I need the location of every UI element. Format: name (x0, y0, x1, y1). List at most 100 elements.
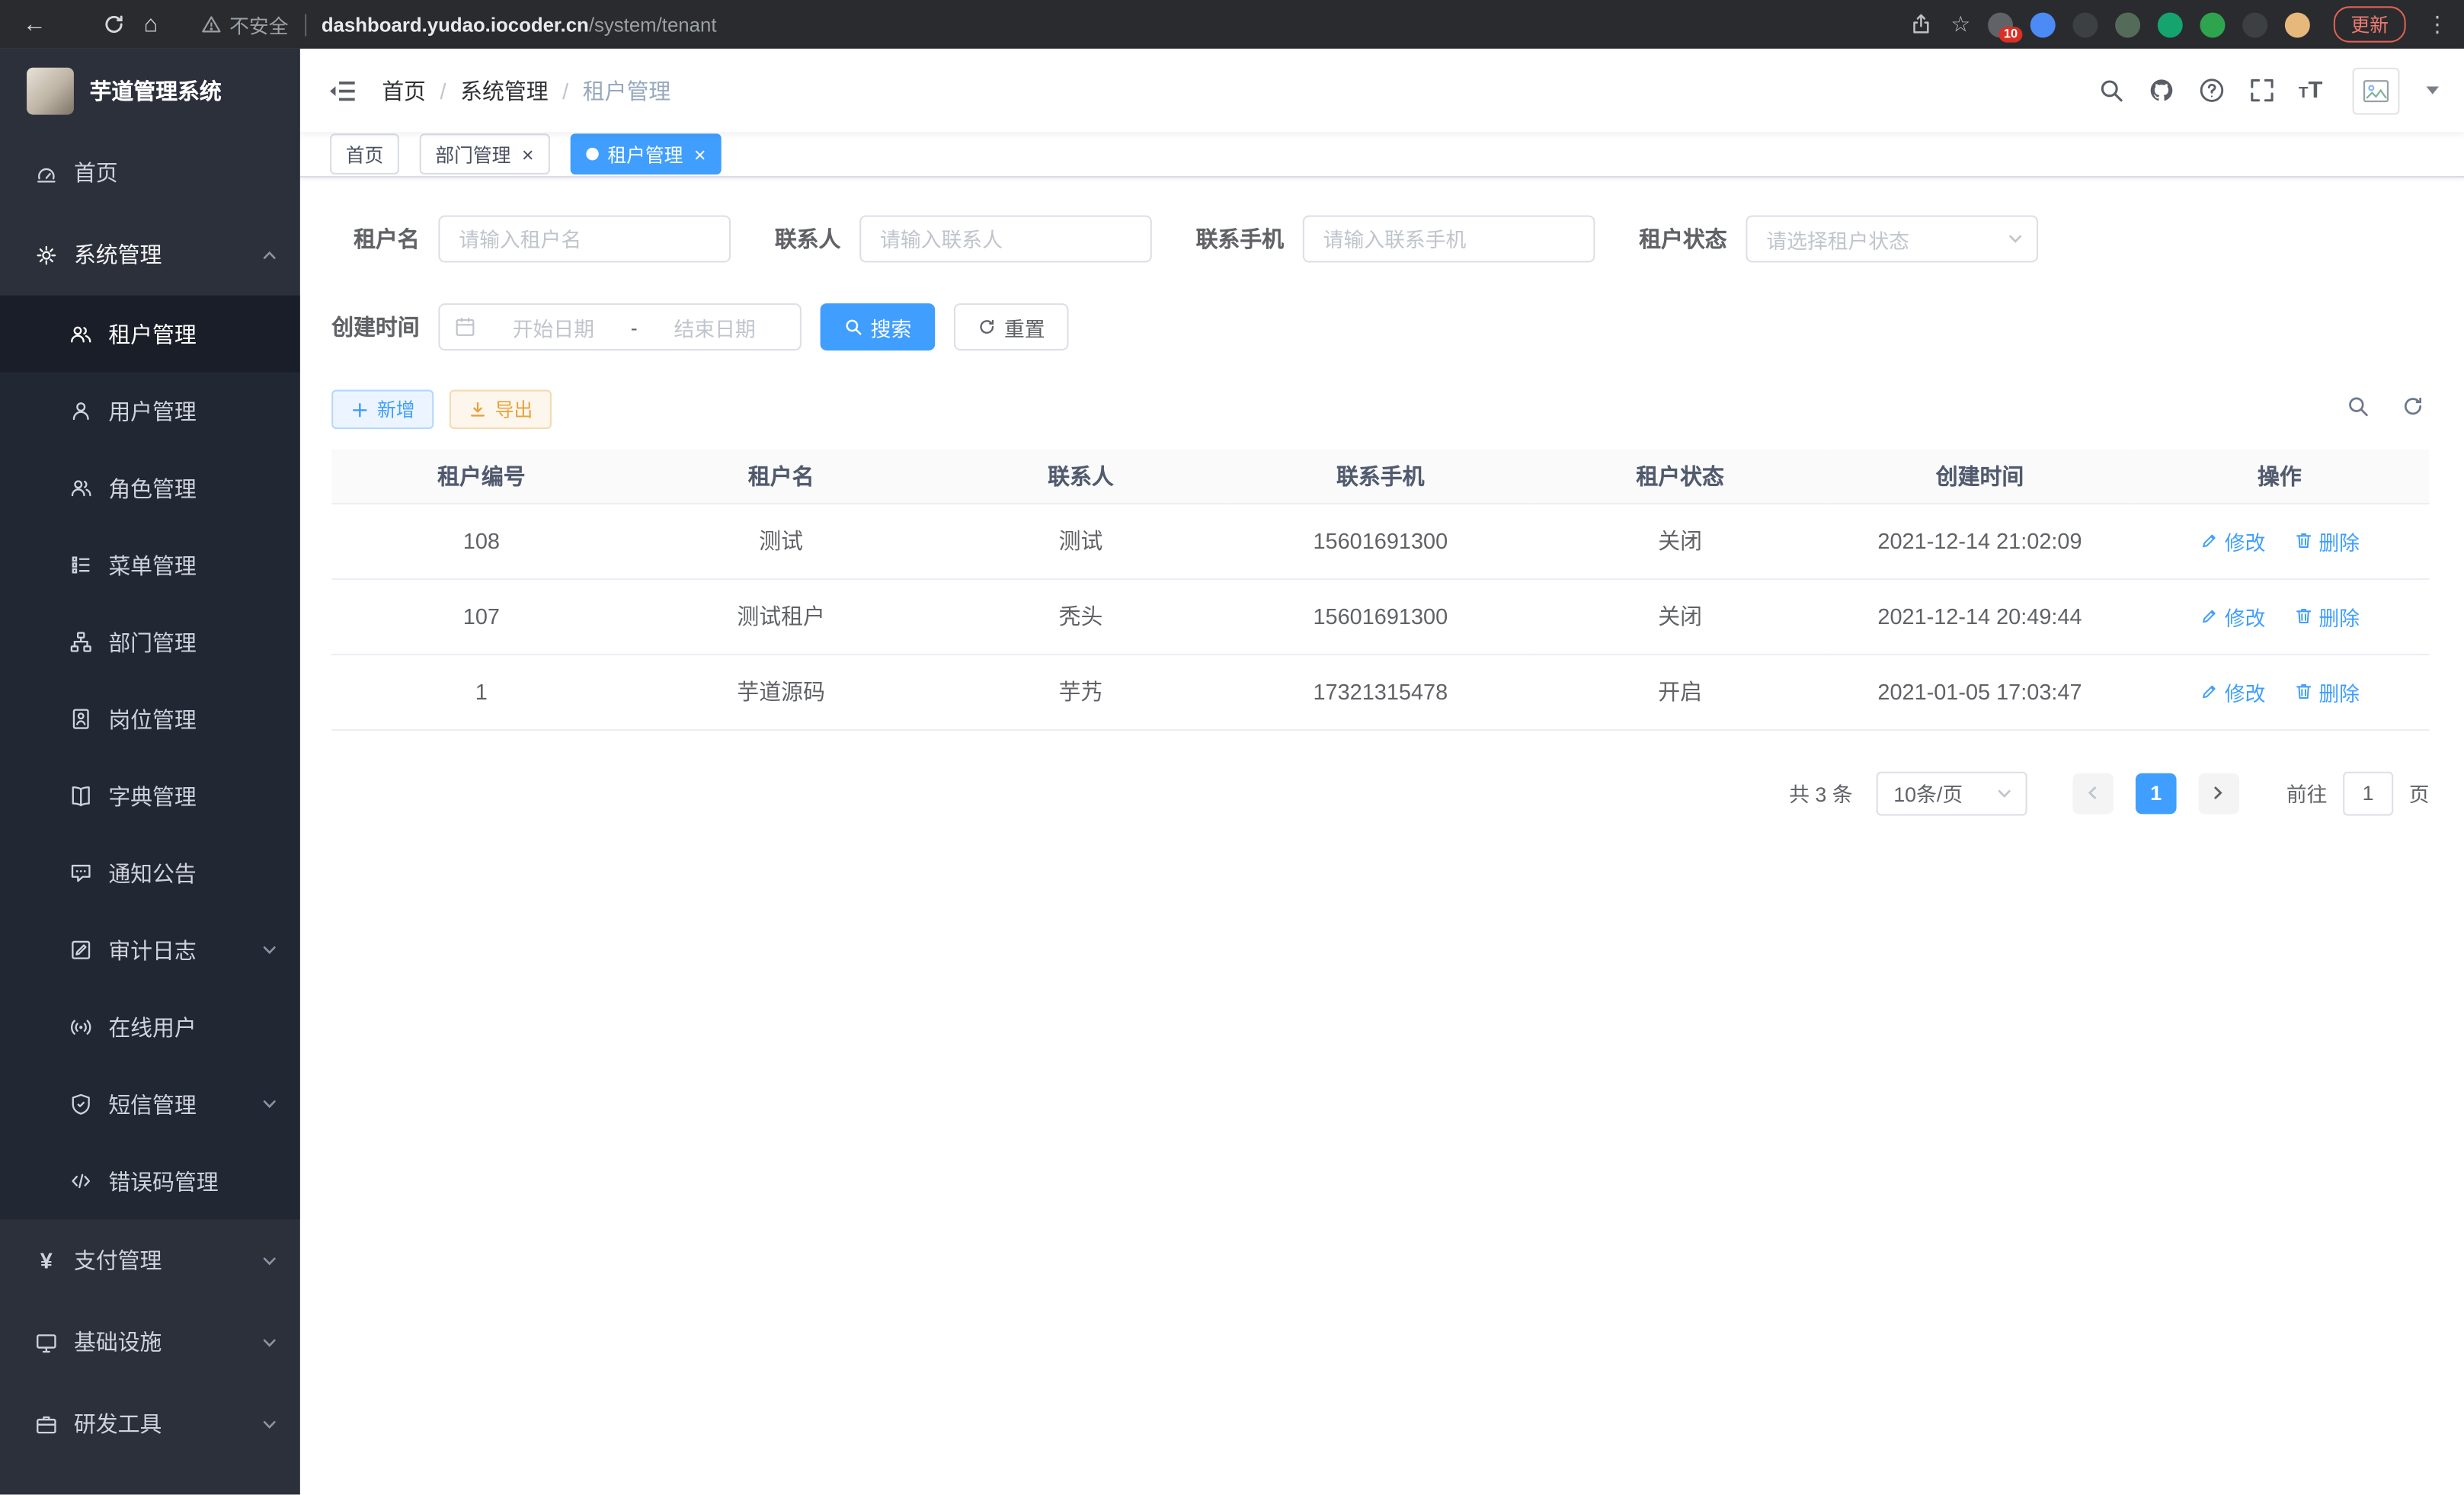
sidebar-item-error-code[interactable]: 错误码管理 (0, 1142, 300, 1219)
page-content: 租户名 联系人 联系手机 租户状态 请选择租户状态 (300, 178, 2464, 1494)
sidebar-item-payment[interactable]: ¥ 支付管理 (0, 1220, 300, 1301)
avatar-caret-icon[interactable] (2427, 86, 2440, 94)
address-bar[interactable]: 不安全 dashboard.yudao.iocoder.cn/system/te… (201, 9, 717, 39)
cell-operations: 修改 删除 (2130, 578, 2429, 654)
sidebar-item-infrastructure[interactable]: 基础设施 (0, 1301, 300, 1383)
tab-tenant[interactable]: 租户管理 × (570, 133, 722, 174)
breadcrumb-system[interactable]: 系统管理 (460, 75, 549, 106)
browser-menu-icon[interactable]: ⋮ (2427, 11, 2449, 37)
edit-link[interactable]: 修改 (2200, 677, 2266, 706)
sidebar-item-dev-tools[interactable]: 研发工具 (0, 1383, 300, 1465)
extension-icon-green[interactable] (2200, 11, 2225, 37)
sidebar-item-label: 系统管理 (74, 239, 162, 271)
extension-icon-badged[interactable]: 10 (1988, 11, 2013, 37)
share-icon[interactable] (1910, 13, 1934, 37)
toggle-search-icon[interactable] (2346, 394, 2370, 425)
filter-row-1: 租户名 联系人 联系手机 租户状态 请选择租户状态 (331, 216, 2429, 263)
tab-home[interactable]: 首页 (330, 133, 399, 174)
sidebar-item-dict[interactable]: 字典管理 (0, 757, 300, 834)
column-header: 操作 (2130, 450, 2429, 503)
help-icon[interactable] (2198, 77, 2225, 104)
sidebar-item-notice[interactable]: 通知公告 (0, 834, 300, 911)
profile-avatar-icon[interactable] (2285, 11, 2310, 37)
menu-tree-icon (69, 553, 93, 577)
browser-home-icon[interactable]: ⌂ (132, 5, 170, 43)
sidebar-item-audit-log[interactable]: 审计日志 (0, 911, 300, 988)
sidebar-item-sms[interactable]: 短信管理 (0, 1065, 300, 1142)
chrome-update-button[interactable]: 更新 (2334, 6, 2406, 42)
fullscreen-icon[interactable] (2248, 77, 2275, 104)
sidebar-item-system[interactable]: 系统管理 (0, 214, 300, 296)
goto-page-input[interactable] (2343, 771, 2393, 815)
tab-label: 部门管理 (435, 141, 510, 168)
export-button[interactable]: 导出 (450, 390, 552, 430)
status-select[interactable]: 请选择租户状态 (1746, 216, 2038, 263)
pagination-total: 共 3 条 (1789, 778, 1852, 808)
browser-refresh-icon[interactable] (94, 5, 133, 43)
sidebar-item-label: 错误码管理 (108, 1165, 218, 1196)
sidebar-item-tenant[interactable]: 租户管理 (0, 296, 300, 373)
sidebar-item-dept[interactable]: 部门管理 (0, 603, 300, 680)
browser-back-icon[interactable]: ← (16, 5, 54, 43)
puzzle-extensions-icon[interactable] (2242, 11, 2267, 37)
tab-dept[interactable]: 部门管理 × (420, 133, 549, 174)
pagination: 共 3 条 10条/页 1 前往 页 (331, 771, 2429, 815)
extension-icon-green-check[interactable] (2158, 11, 2183, 37)
table-row: 108 测试 测试 15601691300 关闭 2021-12-14 21:0… (331, 503, 2429, 578)
reset-button[interactable]: 重置 (954, 303, 1069, 351)
tenant-name-input[interactable] (438, 216, 731, 263)
cell-tenant-id: 1 (331, 654, 631, 729)
date-end-placeholder[interactable]: 结束日期 (644, 312, 786, 341)
tab-active-dot (586, 148, 599, 161)
security-warning-text: 不安全 (229, 9, 288, 39)
tab-close-icon[interactable]: × (522, 144, 534, 165)
chevron-down-icon (1995, 784, 2013, 802)
mobile-input[interactable] (1303, 216, 1595, 263)
sidebar-item-online-users[interactable]: 在线用户 (0, 988, 300, 1065)
extension-icon-dark-1[interactable] (2072, 11, 2098, 37)
page-size-select[interactable]: 10条/页 (1877, 771, 2027, 815)
delete-link[interactable]: 删除 (2293, 526, 2360, 555)
sidebar-toggle-icon[interactable] (327, 75, 358, 106)
extension-icon-dark-2[interactable] (2115, 11, 2140, 37)
sidebar-item-post[interactable]: 岗位管理 (0, 680, 300, 757)
font-size-icon[interactable]: TT (2299, 78, 2323, 102)
prev-page-button[interactable] (2072, 773, 2114, 814)
sidebar-item-label: 菜单管理 (108, 549, 197, 581)
search-button[interactable]: 搜索 (821, 303, 936, 351)
github-icon[interactable] (2148, 77, 2174, 104)
sidebar-item-label: 岗位管理 (108, 703, 197, 735)
tab-label: 租户管理 (607, 141, 683, 168)
date-start-placeholder[interactable]: 开始日期 (482, 312, 624, 341)
chevron-down-icon (261, 1096, 278, 1113)
delete-link[interactable]: 删除 (2293, 601, 2360, 631)
breadcrumb-home[interactable]: 首页 (382, 75, 426, 106)
refresh-table-icon[interactable] (2402, 394, 2425, 425)
edit-link[interactable]: 修改 (2200, 601, 2266, 631)
tenants-icon (69, 322, 93, 346)
sidebar-item-role[interactable]: 角色管理 (0, 450, 300, 527)
date-range-picker[interactable]: 开始日期 - 结束日期 (438, 303, 801, 351)
sidebar-logo[interactable]: 芋道管理系统 (0, 49, 300, 132)
trash-icon (2293, 531, 2312, 550)
contact-input[interactable] (859, 216, 1152, 263)
edit-link[interactable]: 修改 (2200, 526, 2266, 555)
extension-icon-blue[interactable] (2030, 11, 2056, 37)
delete-link[interactable]: 删除 (2293, 677, 2360, 706)
sidebar-item-label: 研发工具 (74, 1408, 162, 1439)
next-page-button[interactable] (2198, 773, 2239, 814)
column-header: 租户名 (632, 450, 931, 503)
add-button[interactable]: 新增 (331, 390, 434, 430)
app-title: 芋道管理系统 (90, 75, 222, 106)
sidebar-item-user[interactable]: 用户管理 (0, 373, 300, 450)
bookmark-star-icon[interactable]: ☆ (1950, 11, 1970, 37)
table-header-row: 租户编号 租户名 联系人 联系手机 租户状态 创建时间 操作 (331, 450, 2429, 503)
tab-close-icon[interactable]: × (694, 144, 706, 165)
chevron-down-icon (261, 941, 278, 959)
page-number-button[interactable]: 1 (2136, 773, 2177, 814)
sidebar-item-home[interactable]: 首页 (0, 132, 300, 213)
sidebar-item-menu[interactable]: 菜单管理 (0, 527, 300, 603)
date-separator: - (624, 315, 643, 339)
search-icon[interactable] (2098, 77, 2124, 104)
user-avatar[interactable] (2353, 67, 2400, 114)
